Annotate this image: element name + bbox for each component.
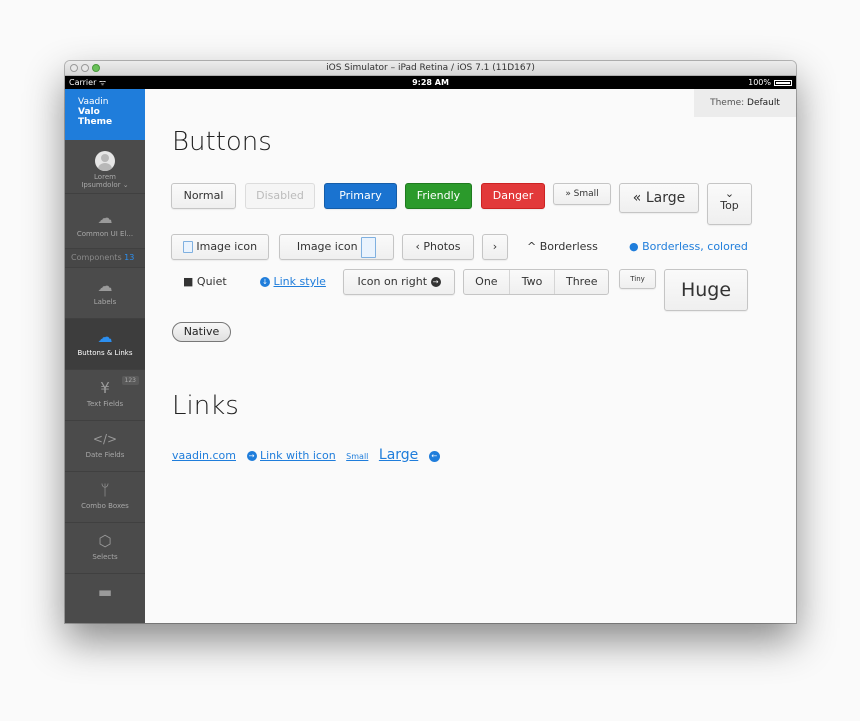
segment-three[interactable]: Three: [555, 270, 608, 294]
avatar: [95, 151, 115, 171]
arrow-right-circle-icon: →: [246, 451, 257, 461]
brand-theme: Theme: [78, 117, 113, 127]
app-brand[interactable]: Vaadin Valo Theme: [65, 89, 145, 140]
native-button[interactable]: Native: [172, 322, 231, 342]
quiet-button-label: Quiet: [196, 275, 227, 288]
components-section-header: Components 13: [65, 249, 145, 268]
sidebar-item-label: Common UI El...: [76, 230, 134, 238]
arrow-left-circle-icon[interactable]: ←: [428, 450, 440, 462]
window-controls: [70, 64, 100, 72]
user-surname: Ipsumdolor ⌄: [81, 181, 129, 189]
vaadin-link[interactable]: vaadin.com: [172, 449, 236, 462]
image-icon-button[interactable]: Image icon: [171, 234, 269, 260]
sidebar: Vaadin Valo Theme Lorem Ipsumdolor ⌄ ☁ C…: [65, 89, 145, 623]
icon-on-right-label: Icon on right: [357, 275, 428, 288]
borderless-colored-label: Borderless, colored: [642, 240, 748, 253]
code-icon: </>: [92, 432, 118, 446]
sidebar-item-selects[interactable]: ⬡ Selects: [65, 523, 145, 574]
borderless-button[interactable]: ^ Borderless: [527, 234, 598, 260]
link-with-icon[interactable]: → Link with icon: [246, 449, 340, 462]
brand-valo: Valo: [78, 107, 100, 117]
simulator-window: iOS Simulator – iPad Retina / iOS 7.1 (1…: [65, 61, 796, 623]
sidebar-item-more[interactable]: ▬: [65, 574, 145, 623]
friendly-button[interactable]: Friendly: [405, 183, 472, 209]
sidebar-item-label: Selects: [92, 553, 118, 561]
user-menu[interactable]: Lorem Ipsumdolor ⌄: [65, 140, 145, 194]
sidebar-item-common-ui[interactable]: ☁ Common UI El...: [65, 194, 145, 249]
icon-on-right-button[interactable]: Icon on right →: [343, 269, 455, 295]
huge-button[interactable]: Huge: [664, 269, 748, 311]
segmented-button-group: One Two Three: [463, 269, 609, 295]
cloud-icon: ☁: [97, 209, 113, 227]
image-icon: [182, 241, 193, 253]
archive-icon: ■: [183, 275, 194, 288]
links-row: vaadin.com → Link with icon Small Large …: [172, 442, 440, 470]
sidebar-item-label: Text Fields: [86, 400, 124, 408]
theme-value: Default: [747, 98, 780, 108]
cloud-download-icon: ☁: [97, 277, 113, 295]
small-link[interactable]: Small: [346, 452, 368, 461]
sidebar-item-buttons-links[interactable]: ☁ Buttons & Links: [65, 319, 145, 370]
codepen-icon: ⬡: [98, 532, 112, 550]
link-with-icon-label: Link with icon: [260, 449, 336, 462]
close-window-button[interactable]: [70, 64, 78, 72]
sidebar-item-labels[interactable]: ☁ Labels: [65, 268, 145, 319]
sidebar-item-label: Labels: [93, 298, 117, 306]
small-button[interactable]: » Small: [553, 183, 611, 205]
sidebar-item-label: Buttons & Links: [77, 349, 133, 357]
branch-icon: ᛘ: [100, 481, 110, 499]
quiet-button[interactable]: ■ Quiet: [183, 269, 227, 295]
arrow-right-circle-icon: →: [430, 277, 441, 287]
window-title: iOS Simulator – iPad Retina / iOS 7.1 (1…: [326, 63, 535, 73]
count-badge: 123: [121, 376, 139, 385]
apple-icon: ●: [629, 240, 639, 253]
disabled-button[interactable]: Disabled: [245, 183, 315, 209]
battery-icon: [774, 79, 792, 86]
user-name: Lorem: [94, 173, 116, 181]
segment-two[interactable]: Two: [510, 270, 556, 294]
section-label: Components: [71, 253, 122, 262]
cloud-upload-icon: ☁: [97, 328, 113, 346]
theme-selector[interactable]: Theme: Default: [694, 89, 796, 117]
photos-back-button[interactable]: ‹ Photos: [402, 234, 474, 260]
sidebar-item-label: Date Fields: [85, 451, 125, 459]
main-content: Theme: Default Buttons Normal Disabled P…: [145, 89, 796, 623]
coffee-icon: ▬: [97, 583, 113, 601]
window-titlebar: iOS Simulator – iPad Retina / iOS 7.1 (1…: [65, 61, 796, 76]
primary-button[interactable]: Primary: [324, 183, 397, 209]
large-button[interactable]: « Large: [619, 183, 699, 213]
clock: 9:28 AM: [412, 78, 449, 87]
buttons-heading: Buttons: [172, 127, 272, 157]
image-icon-right-button-label: Image icon: [296, 240, 358, 253]
top-button-label: Top: [720, 199, 739, 212]
sidebar-item-label: Combo Boxes: [81, 502, 129, 510]
theme-label: Theme:: [710, 98, 745, 108]
battery-indicator: 100%: [748, 76, 792, 89]
sidebar-item-combo-boxes[interactable]: ᛘ Combo Boxes: [65, 472, 145, 523]
tiny-button[interactable]: Tiny: [619, 269, 656, 289]
ios-status-bar: Carrier ᯤ 9:28 AM 100%: [65, 76, 796, 89]
link-style-button[interactable]: ↓ Link style: [260, 269, 326, 295]
links-heading: Links: [172, 391, 239, 421]
arrow-down-circle-icon: ↓: [260, 277, 270, 287]
forward-button[interactable]: ›: [482, 234, 508, 260]
segment-one[interactable]: One: [464, 270, 510, 294]
link-style-label: Link style: [273, 275, 326, 288]
image-icon-button-label: Image icon: [196, 240, 258, 253]
brand-vaadin: Vaadin: [78, 97, 109, 107]
large-link[interactable]: Large: [379, 447, 418, 463]
sidebar-item-date-fields[interactable]: </> Date Fields: [65, 421, 145, 472]
image-icon-right-button[interactable]: Image icon: [279, 234, 394, 260]
minimize-window-button[interactable]: [81, 64, 89, 72]
normal-button[interactable]: Normal: [171, 183, 236, 209]
zoom-window-button[interactable]: [92, 64, 100, 72]
image-icon: [361, 236, 377, 258]
sidebar-item-text-fields[interactable]: ¥ Text Fields 123: [65, 370, 145, 421]
top-button[interactable]: ⌄ Top: [707, 183, 752, 225]
borderless-colored-button[interactable]: ● Borderless, colored: [629, 234, 748, 260]
section-count-badge: 13: [124, 253, 135, 262]
danger-button[interactable]: Danger: [481, 183, 545, 209]
